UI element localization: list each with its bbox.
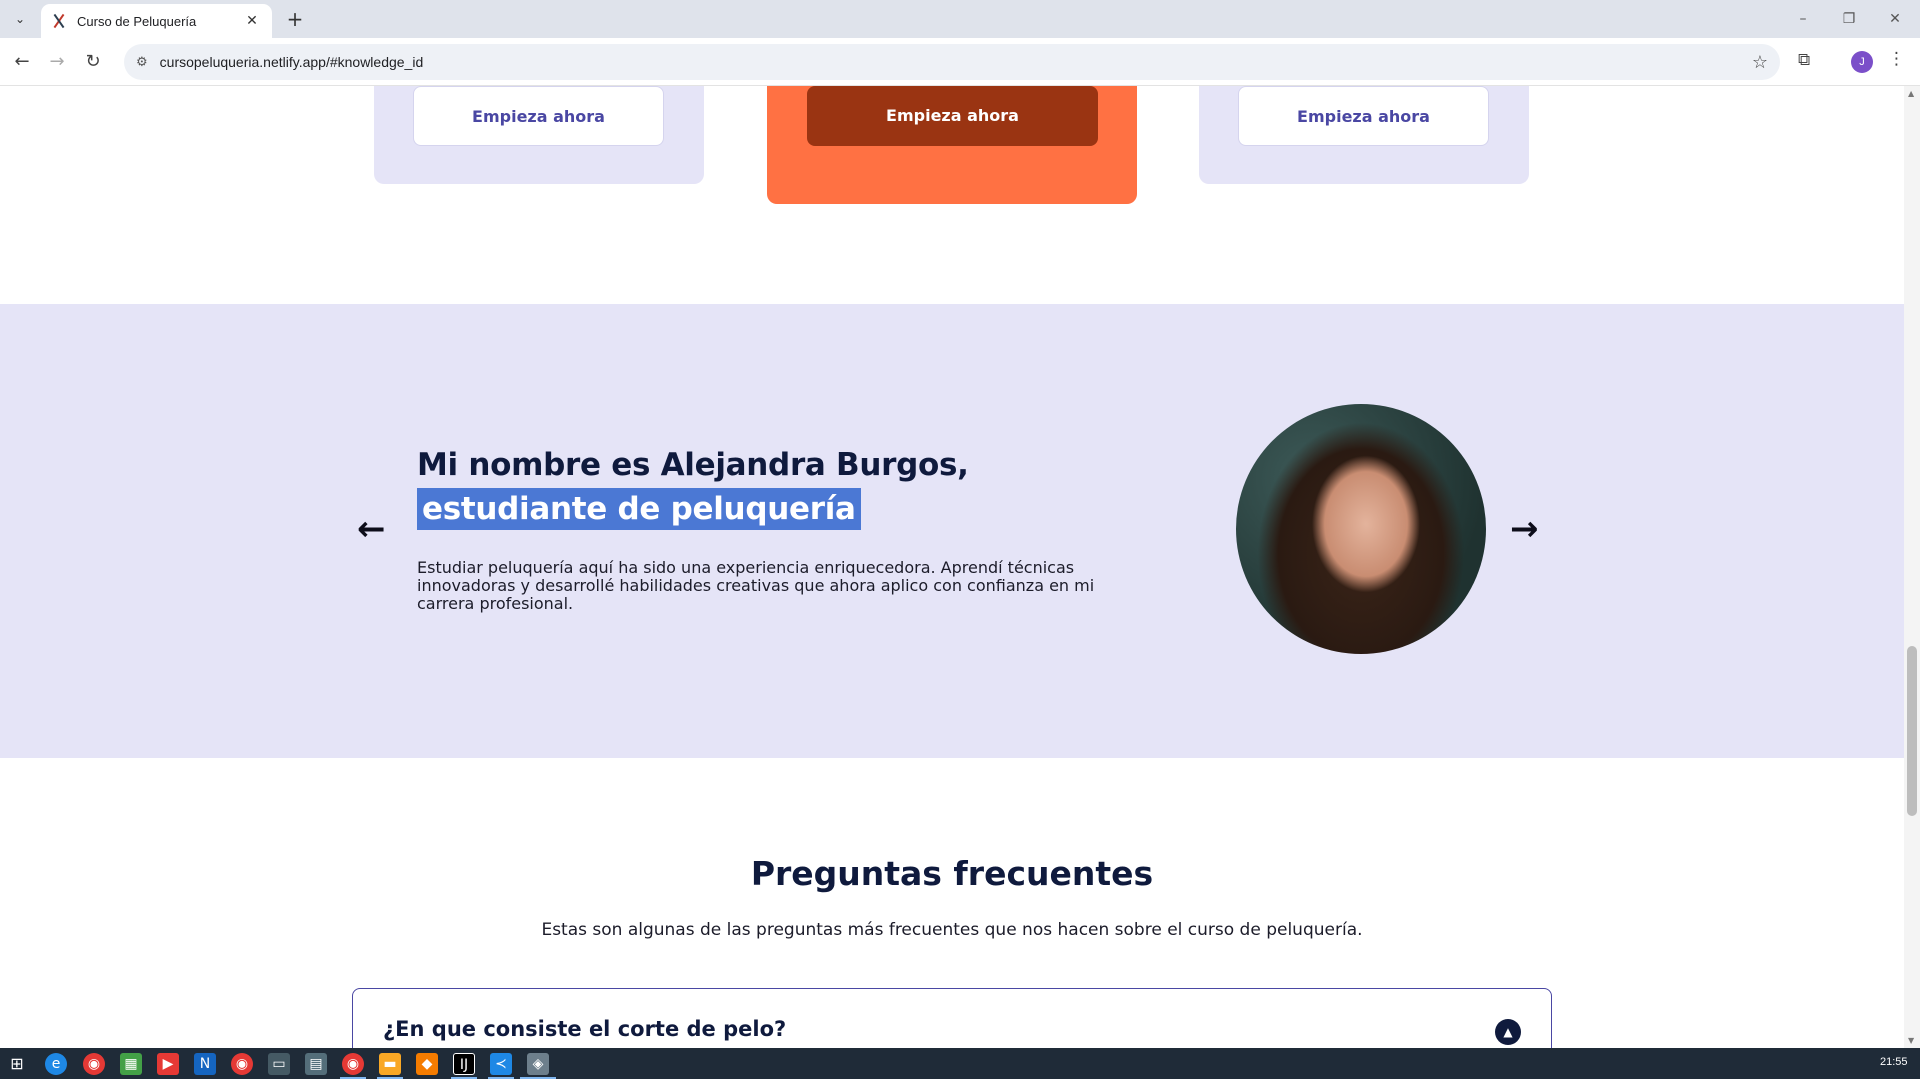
chrome-icon[interactable]: ◉ bbox=[83, 1053, 105, 1075]
os-taskbar: ⊞ e ◉ ▦ ▶ N ◉ ▭ ▤ ◉ ▬ ◆ IJ ≺ ◈ 21:55 bbox=[0, 1048, 1920, 1079]
remote-desktop-icon[interactable]: ▭ bbox=[268, 1053, 290, 1075]
restore-icon[interactable]: ❐ bbox=[1826, 6, 1872, 32]
tab-search-chevron-icon[interactable]: ⌄ bbox=[8, 8, 32, 30]
faq-question: ¿En que consiste el corte de pelo? bbox=[383, 1017, 787, 1041]
forward-arrow-icon[interactable]: → bbox=[45, 50, 69, 74]
site-info-icon[interactable]: ⚙ bbox=[136, 55, 148, 70]
scissors-favicon-icon bbox=[51, 13, 67, 29]
tab-close-icon[interactable]: ✕ bbox=[242, 13, 262, 29]
start-now-button-featured[interactable]: Empieza ahora bbox=[807, 86, 1098, 146]
testimonial-heading-line1: Mi nombre es Alejandra Burgos, bbox=[417, 447, 969, 483]
scroll-up-icon[interactable]: ▲ bbox=[1908, 89, 1914, 98]
window-close-icon[interactable]: ✕ bbox=[1872, 6, 1918, 32]
faq-item[interactable]: ¿En que consiste el corte de pelo? ▲ bbox=[352, 988, 1552, 1048]
address-bar[interactable]: ⚙ cursopeluqueria.netlify.app/#knowledge… bbox=[124, 44, 1780, 80]
vscode-icon[interactable]: ≺ bbox=[490, 1053, 512, 1075]
profile-avatar[interactable]: J bbox=[1851, 51, 1873, 73]
scroll-thumb[interactable] bbox=[1907, 646, 1917, 816]
calculator-icon[interactable]: ▤ bbox=[305, 1053, 327, 1075]
pricing-card-basic: Empieza ahora bbox=[374, 86, 704, 184]
store-icon[interactable]: ▦ bbox=[120, 1053, 142, 1075]
page-viewport: Empieza ahora Empieza ahora Empieza ahor… bbox=[0, 86, 1904, 1048]
next-arrow-icon[interactable]: → bbox=[1510, 512, 1539, 546]
windows-start-icon[interactable]: ⊞ bbox=[6, 1053, 28, 1075]
git-icon[interactable]: ◆ bbox=[416, 1053, 438, 1075]
browser-tab[interactable]: Curso de Peluquería ✕ bbox=[41, 4, 272, 38]
bookmark-star-icon[interactable]: ☆ bbox=[1752, 52, 1768, 73]
start-now-button-premium[interactable]: Empieza ahora bbox=[1238, 86, 1489, 146]
browser-toolbar: ← → ↻ ⚙ cursopeluqueria.netlify.app/#kno… bbox=[0, 38, 1920, 86]
page-scrollbar[interactable]: ▲ ▼ bbox=[1904, 86, 1920, 1048]
student-portrait-image bbox=[1236, 404, 1486, 654]
faq-subtitle: Estas son algunas de las preguntas más f… bbox=[541, 920, 1363, 940]
browser-tabstrip: ⌄ Curso de Peluquería ✕ + – ❐ ✕ bbox=[0, 0, 1920, 38]
testimonial-heading-highlight: estudiante de peluquería bbox=[417, 488, 861, 530]
more-menu-icon[interactable]: ⋮ bbox=[1888, 49, 1905, 69]
extensions-puzzle-icon[interactable]: ⧉ bbox=[1798, 50, 1810, 70]
system-clock[interactable]: 21:55 bbox=[1880, 1056, 1908, 1068]
back-arrow-icon[interactable]: ← bbox=[10, 50, 34, 74]
active-app-icon[interactable]: ◈ bbox=[527, 1053, 549, 1075]
chrome-profile-icon[interactable]: ◉ bbox=[231, 1053, 253, 1075]
new-tab-plus-icon[interactable]: + bbox=[282, 6, 308, 32]
youtube-icon[interactable]: ▶ bbox=[157, 1053, 179, 1075]
faq-title: Preguntas frecuentes bbox=[750, 854, 1154, 893]
start-now-button-basic[interactable]: Empieza ahora bbox=[413, 86, 664, 146]
reload-icon[interactable]: ↻ bbox=[81, 50, 105, 74]
intellij-icon[interactable]: IJ bbox=[453, 1053, 475, 1075]
edge-browser-icon[interactable]: e bbox=[45, 1053, 67, 1075]
chrome-active-icon[interactable]: ◉ bbox=[342, 1053, 364, 1075]
prev-arrow-icon[interactable]: ← bbox=[357, 512, 386, 546]
testimonial-heading: Mi nombre es Alejandra Burgos, estudiant… bbox=[417, 444, 969, 530]
file-explorer-icon[interactable]: ▬ bbox=[379, 1053, 401, 1075]
testimonial-section: ← Mi nombre es Alejandra Burgos, estudia… bbox=[0, 304, 1904, 758]
testimonial-body: Estudiar peluquería aquí ha sido una exp… bbox=[417, 558, 1095, 613]
scroll-down-icon[interactable]: ▼ bbox=[1908, 1036, 1914, 1045]
network-tool-icon[interactable]: N bbox=[194, 1053, 216, 1075]
tab-title: Curso de Peluquería bbox=[77, 13, 197, 29]
url-text[interactable]: cursopeluqueria.netlify.app/#knowledge_i… bbox=[160, 54, 1752, 70]
chevron-up-icon[interactable]: ▲ bbox=[1495, 1019, 1521, 1045]
pricing-card-premium: Empieza ahora bbox=[1199, 86, 1529, 184]
minimize-icon[interactable]: – bbox=[1780, 6, 1826, 32]
pricing-card-featured: Empieza ahora bbox=[767, 86, 1137, 204]
